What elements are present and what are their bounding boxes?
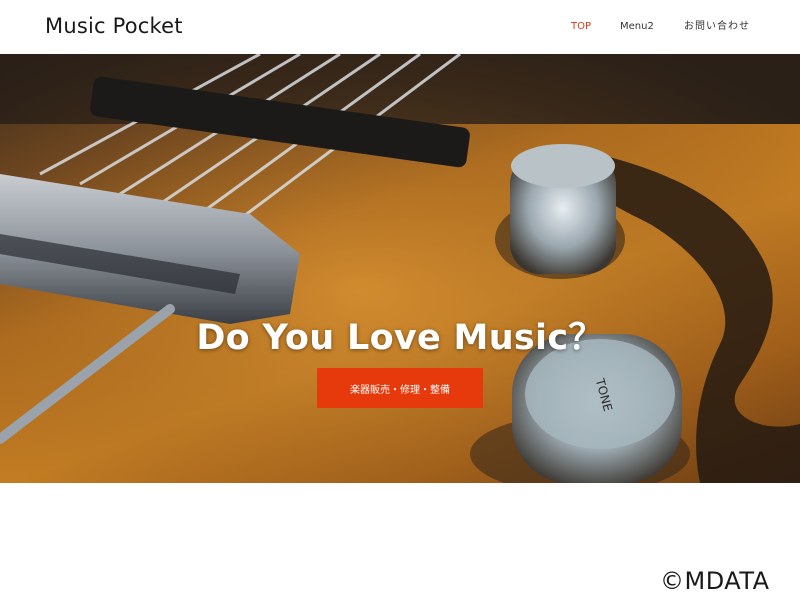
hero-banner: TONE Do You Love Music？ 楽器販売・修理・整備 [0, 54, 800, 483]
watermark: ©MDATA [660, 567, 770, 595]
guitar-hero-image: TONE [0, 54, 800, 483]
nav-item-contact[interactable]: お問い合わせ [684, 19, 750, 35]
main-nav: TOP Menu2 お問い合わせ [0, 19, 800, 35]
nav-item-menu2[interactable]: Menu2 [620, 19, 654, 35]
services-cta-button[interactable]: 楽器販売・修理・整備 [317, 368, 483, 408]
tone-knob-upper [495, 144, 625, 279]
hero-title: Do You Love Music？ [196, 318, 604, 358]
site-header: Music Pocket TOP Menu2 お問い合わせ [0, 0, 800, 54]
nav-item-top[interactable]: TOP [571, 19, 591, 35]
